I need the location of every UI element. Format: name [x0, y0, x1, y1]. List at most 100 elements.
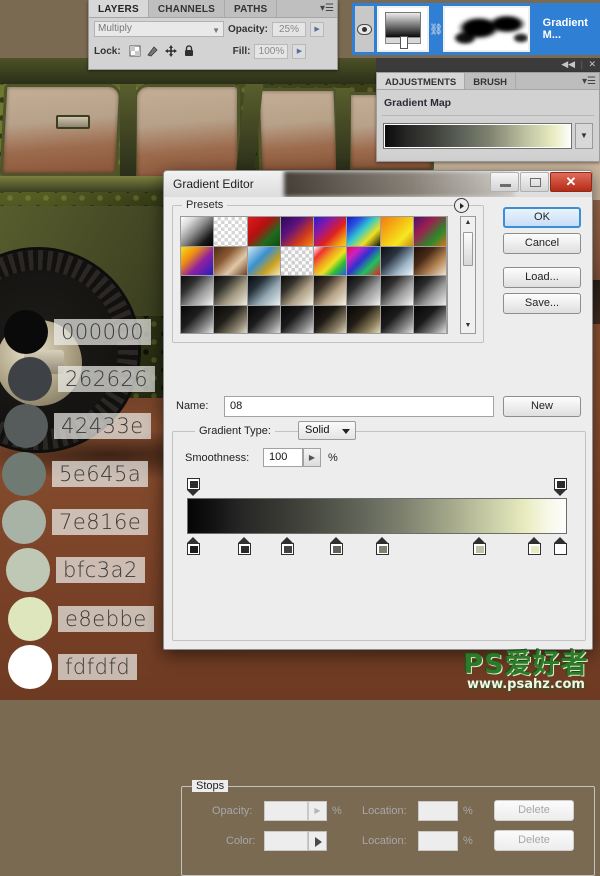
preset-swatch[interactable]	[413, 276, 447, 306]
tab-channels[interactable]: CHANNELS	[149, 0, 226, 17]
opacity-slider-button[interactable]: ▶	[308, 801, 327, 821]
color-stop-marker[interactable]	[473, 537, 486, 555]
preset-swatch[interactable]	[280, 246, 314, 276]
name-input[interactable]: 08	[224, 396, 494, 417]
tab-layers[interactable]: LAYERS	[89, 0, 149, 17]
preset-swatch[interactable]	[413, 305, 447, 333]
preset-swatch[interactable]	[181, 305, 215, 333]
tab-paths[interactable]: PATHS	[225, 0, 278, 17]
close-icon[interactable]: ✕	[588, 59, 596, 69]
color-stop-marker[interactable]	[238, 537, 251, 555]
preset-swatch[interactable]	[214, 246, 248, 276]
preset-swatch[interactable]	[314, 217, 348, 247]
preset-swatch[interactable]	[280, 305, 314, 333]
panel-menu-icon[interactable]: ▾☰	[582, 76, 596, 87]
color-stop-marker[interactable]	[281, 537, 294, 555]
opacity-stop-marker[interactable]	[187, 478, 200, 496]
preset-swatch[interactable]	[347, 217, 381, 247]
lock-transparent-pixels-icon[interactable]	[129, 45, 141, 57]
preset-swatch[interactable]	[380, 276, 414, 306]
preset-swatch[interactable]	[380, 246, 414, 276]
lock-image-pixels-icon[interactable]	[147, 45, 159, 57]
restore-button[interactable]	[520, 172, 549, 192]
layers-panel: LAYERS CHANNELS PATHS ▾☰ Multiply ▼ Opac…	[88, 0, 338, 70]
smoothness-input[interactable]: 100	[263, 448, 303, 467]
lock-position-icon[interactable]	[164, 45, 177, 57]
preset-swatch[interactable]	[347, 246, 381, 276]
preset-swatch[interactable]	[247, 217, 281, 247]
gradient-map-thumbnail[interactable]	[376, 6, 430, 52]
preset-swatch[interactable]	[181, 217, 215, 247]
opacity-delete-button[interactable]: Delete	[494, 800, 574, 821]
fill-input[interactable]: 100%	[254, 43, 289, 59]
tab-adjustments[interactable]: ADJUSTMENTS	[377, 73, 466, 89]
preset-swatch[interactable]	[314, 276, 348, 306]
swatch-hex-label: 5e645a	[52, 461, 149, 487]
preset-swatch[interactable]	[181, 276, 215, 306]
preset-swatch[interactable]	[347, 305, 381, 333]
preset-swatch[interactable]	[314, 305, 348, 333]
preset-swatch[interactable]	[380, 305, 414, 333]
dialog-titlebar[interactable]: Gradient Editor ✕	[164, 171, 592, 197]
layer-visibility-toggle[interactable]	[355, 6, 374, 52]
fill-label: Fill:	[232, 45, 251, 57]
smoothness-slider-button[interactable]: ▶	[303, 448, 321, 467]
preset-swatch[interactable]	[347, 276, 381, 306]
color-swatch-button[interactable]	[264, 831, 308, 851]
color-stop-marker[interactable]	[330, 537, 343, 555]
close-button[interactable]: ✕	[550, 172, 592, 192]
preset-swatch[interactable]	[247, 276, 281, 306]
cancel-button[interactable]: Cancel	[503, 233, 581, 254]
opacity-input[interactable]: 25%	[272, 21, 307, 37]
presets-menu-icon[interactable]	[454, 198, 469, 213]
preset-swatch[interactable]	[181, 246, 215, 276]
gradient-strip[interactable]	[187, 498, 567, 534]
lock-all-icon[interactable]	[183, 45, 195, 57]
collapse-to-icons-icon[interactable]: ◀◀	[561, 59, 575, 69]
gradient-type-select[interactable]: Solid	[298, 421, 356, 440]
gradient-preview[interactable]	[383, 123, 572, 149]
tab-brush[interactable]: BRUSH	[465, 73, 517, 89]
preset-swatch[interactable]	[214, 276, 248, 306]
link-icon[interactable]: ⛓	[429, 6, 443, 52]
preset-swatch[interactable]	[280, 217, 314, 247]
color-picker-arrow-icon[interactable]	[308, 831, 327, 851]
color-stop-marker[interactable]	[528, 537, 541, 555]
blend-mode-select[interactable]: Multiply ▼	[94, 21, 224, 37]
scroll-down-icon[interactable]: ▼	[461, 320, 475, 333]
color-location-input[interactable]	[418, 831, 458, 851]
preset-swatch[interactable]	[247, 246, 281, 276]
scrollbar-thumb[interactable]	[463, 232, 473, 266]
minimize-button[interactable]	[490, 172, 519, 192]
preset-swatch[interactable]	[413, 246, 447, 276]
chevron-down-icon[interactable]: ▼	[575, 123, 593, 149]
presets-grid[interactable]	[180, 216, 448, 334]
eye-icon	[356, 23, 372, 35]
layer-mask-thumbnail[interactable]	[443, 6, 530, 52]
new-button[interactable]: New	[503, 396, 581, 417]
preset-swatch[interactable]	[247, 305, 281, 333]
color-stop-marker[interactable]	[554, 537, 567, 555]
layer-row-gradient-map[interactable]: ⛓ Gradient M...	[352, 3, 600, 55]
preset-swatch[interactable]	[214, 305, 248, 333]
presets-scrollbar[interactable]: ▲ ▼	[460, 216, 476, 334]
opacity-location-input[interactable]	[418, 801, 458, 821]
preset-swatch[interactable]	[214, 217, 248, 247]
fill-slider-button[interactable]: ▶	[292, 43, 307, 59]
color-stop-marker[interactable]	[187, 537, 200, 555]
preset-swatch[interactable]	[413, 217, 447, 247]
color-stop-marker[interactable]	[376, 537, 389, 555]
preset-swatch[interactable]	[280, 276, 314, 306]
preset-swatch[interactable]	[380, 217, 414, 247]
scroll-up-icon[interactable]: ▲	[461, 217, 475, 230]
preset-swatch[interactable]	[314, 246, 348, 276]
color-delete-button[interactable]: Delete	[494, 830, 574, 851]
opacity-input[interactable]	[264, 801, 308, 821]
swatch-item: 7e816e	[2, 500, 149, 544]
opacity-slider-button[interactable]: ▶	[310, 21, 325, 37]
load-button[interactable]: Load...	[503, 267, 581, 288]
ok-button[interactable]: OK	[503, 207, 581, 228]
opacity-stop-marker[interactable]	[554, 478, 567, 496]
panel-menu-icon[interactable]: ▾☰	[320, 3, 334, 14]
save-button[interactable]: Save...	[503, 293, 581, 314]
